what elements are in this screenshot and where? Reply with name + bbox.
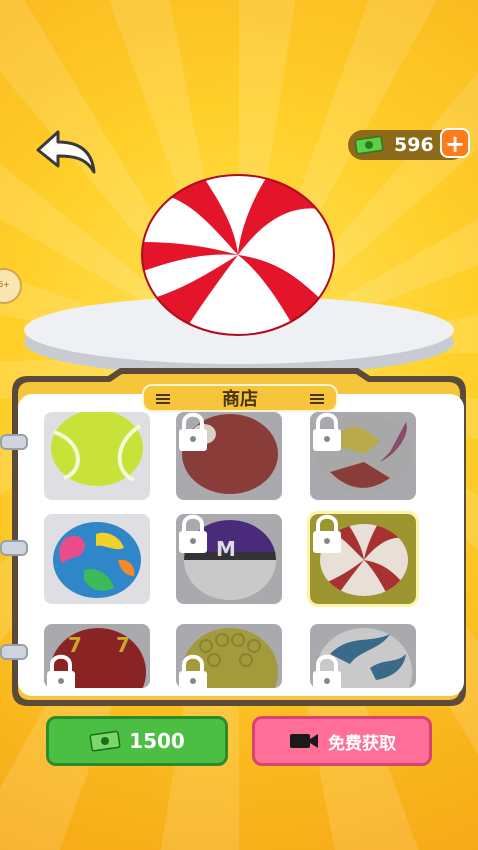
free-get-button[interactable]: 免费获取 — [252, 716, 432, 766]
shop-item-pokeball[interactable]: M — [176, 514, 282, 604]
lock-icon — [47, 654, 75, 688]
back-arrow-icon[interactable] — [34, 128, 100, 178]
video-camera-icon — [290, 734, 318, 748]
binder-ring — [0, 540, 28, 556]
cash-icon — [89, 730, 121, 752]
add-currency-button[interactable]: + — [440, 128, 470, 158]
lock-icon — [313, 412, 341, 451]
buy-with-cash-button[interactable]: 1500 — [46, 716, 228, 766]
svg-text:7: 7 — [116, 633, 130, 657]
currency-display: 596 + — [348, 128, 470, 160]
lock-icon — [179, 412, 207, 451]
lock-icon — [313, 514, 341, 553]
lock-icon — [179, 654, 207, 688]
shop-item-lucky-7-ball[interactable]: 7 7 — [44, 624, 150, 688]
svg-text:M: M — [216, 537, 236, 561]
shop-item-golf-ball[interactable] — [176, 624, 282, 688]
earth-ball-icon — [53, 522, 141, 598]
shop-item-candy-ball[interactable] — [307, 511, 419, 607]
menu-icon — [310, 394, 324, 404]
shop-item-tennis-ball[interactable] — [44, 412, 150, 500]
binder-ring — [0, 434, 28, 450]
shop-title: 商店 — [222, 389, 258, 410]
lock-icon — [179, 514, 207, 553]
age-rating-badge: 6+ — [0, 268, 22, 304]
cash-icon — [354, 135, 384, 155]
shop-title-plate: 商店 — [142, 384, 338, 412]
tennis-ball-icon — [51, 412, 143, 486]
free-get-label: 免费获取 — [328, 733, 396, 754]
buy-price: 1500 — [129, 729, 185, 753]
shop-item-wave-ball[interactable] — [310, 624, 416, 688]
menu-icon — [156, 394, 170, 404]
binder-ring — [0, 644, 28, 660]
shop-item-beach-ball[interactable] — [310, 412, 416, 500]
lock-icon — [313, 654, 341, 688]
shop-item-earth-ball[interactable] — [44, 514, 150, 604]
shop-item-billiard-ball[interactable]: 8 — [176, 412, 282, 500]
candy-ball-preview — [141, 174, 335, 336]
